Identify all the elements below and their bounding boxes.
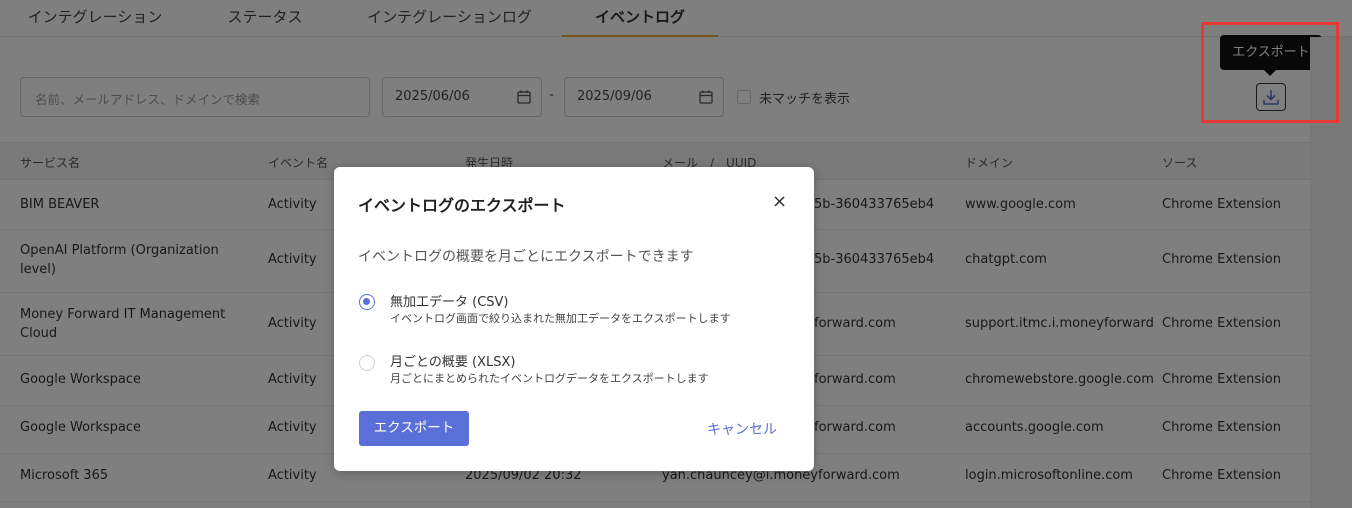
option-xlsx-subtitle: 月ごとにまとめられたイベントログデータをエクスポートします [390,372,709,385]
modal-description: イベントログの概要を月ごとにエクスポートできます [358,249,694,265]
cancel-button[interactable]: キャンセル [707,419,777,439]
close-icon[interactable]: × [772,193,787,211]
modal-title: イベントログのエクスポート [358,196,566,215]
option-csv-subtitle: イベントログ画面で絞り込まれた無加工データをエクスポートします [390,312,731,325]
radio-xlsx[interactable] [359,355,375,371]
option-csv-title[interactable]: 無加工データ (CSV) [390,291,509,310]
option-xlsx-title[interactable]: 月ごとの概要 (XLSX) [390,351,515,370]
export-modal: イベントログのエクスポート × イベントログの概要を月ごとにエクスポートできます… [334,167,814,471]
radio-csv[interactable] [359,294,375,310]
export-confirm-button[interactable]: エクスポート [359,411,469,446]
